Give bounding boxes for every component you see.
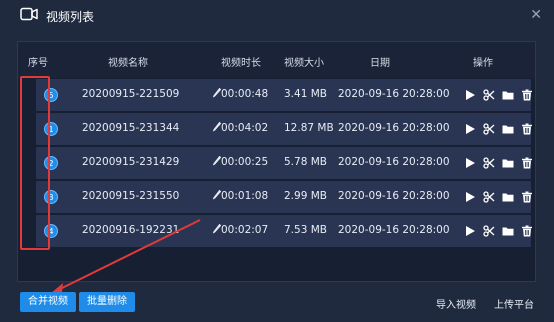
video-date: 2020-09-16 20:28:00	[338, 122, 450, 134]
title-bar: 视频列表 ✕	[0, 0, 554, 32]
folder-icon[interactable]	[502, 157, 514, 169]
import-videos-button[interactable]: 导入视频	[436, 296, 476, 311]
video-size: 3.41 MB	[284, 88, 327, 100]
close-icon[interactable]: ✕	[530, 7, 542, 23]
header-duration: 视频时长	[221, 58, 261, 69]
table-row[interactable]: 2 20200915-231429 00:00:25 5.78 MB 2020-…	[36, 147, 534, 179]
row-actions	[464, 225, 534, 239]
batch-delete-button[interactable]: 批量删除	[79, 292, 135, 312]
row-actions	[464, 89, 534, 103]
video-date: 2020-09-16 20:28:00	[338, 156, 450, 168]
annotation-highlight-box	[20, 76, 50, 250]
row-actions	[464, 191, 534, 205]
table-row[interactable]: 4 20200916-192231 00:02:07 7.53 MB 2020-…	[36, 215, 534, 247]
video-name: 20200915-231344	[82, 122, 180, 134]
folder-icon[interactable]	[502, 191, 514, 203]
video-icon	[20, 7, 38, 21]
cut-icon[interactable]	[483, 89, 495, 101]
header-size: 视频大小	[284, 58, 324, 69]
play-icon[interactable]	[464, 89, 476, 101]
video-date: 2020-09-16 20:28:00	[338, 190, 450, 202]
row-actions	[464, 123, 534, 137]
video-duration: 00:04:02	[221, 122, 269, 134]
video-size: 2.99 MB	[284, 190, 327, 202]
folder-icon[interactable]	[502, 225, 514, 237]
play-icon[interactable]	[464, 123, 476, 135]
row-actions	[464, 157, 534, 171]
play-icon[interactable]	[464, 157, 476, 169]
folder-icon[interactable]	[502, 123, 514, 135]
video-duration: 00:01:08	[221, 190, 269, 202]
video-size: 12.87 MB	[284, 122, 334, 134]
cut-icon[interactable]	[483, 123, 495, 135]
folder-icon[interactable]	[502, 89, 514, 101]
table-row[interactable]: 5 20200915-221509 00:00:48 3.41 MB 2020-…	[36, 79, 534, 111]
header-date: 日期	[370, 58, 390, 69]
video-table: 序号 视频名称 视频时长 视频大小 日期 操作 5 20200915-22150…	[17, 41, 536, 282]
table-header: 序号 视频名称 视频时长 视频大小 日期 操作	[18, 42, 535, 78]
window-title: 视频列表	[46, 10, 95, 24]
cut-icon[interactable]	[483, 191, 495, 203]
cut-icon[interactable]	[483, 225, 495, 237]
video-name: 20200915-221509	[82, 88, 180, 100]
table-row[interactable]: 3 20200915-231550 00:01:08 2.99 MB 2020-…	[36, 181, 534, 213]
cut-icon[interactable]	[483, 157, 495, 169]
video-duration: 00:00:48	[221, 88, 269, 100]
header-name: 视频名称	[108, 58, 148, 69]
upload-platform-button[interactable]: 上传平台	[494, 296, 534, 311]
video-size: 5.78 MB	[284, 156, 327, 168]
delete-icon[interactable]	[521, 225, 533, 237]
video-duration: 00:00:25	[221, 156, 269, 168]
merge-videos-button[interactable]: 合并视频	[20, 292, 76, 312]
header-actions: 操作	[473, 58, 493, 69]
delete-icon[interactable]	[521, 157, 533, 169]
video-name: 20200915-231429	[82, 156, 180, 168]
table-row[interactable]: 1 20200915-231344 00:04:02 12.87 MB 2020…	[36, 113, 534, 145]
play-icon[interactable]	[464, 191, 476, 203]
video-name: 20200915-231550	[82, 190, 180, 202]
header-index: 序号	[28, 58, 48, 69]
video-size: 7.53 MB	[284, 224, 327, 236]
play-icon[interactable]	[464, 225, 476, 237]
video-duration: 00:02:07	[221, 224, 269, 236]
video-date: 2020-09-16 20:28:00	[338, 88, 450, 100]
video-date: 2020-09-16 20:28:00	[338, 224, 450, 236]
video-name: 20200916-192231	[82, 224, 180, 236]
delete-icon[interactable]	[521, 191, 533, 203]
delete-icon[interactable]	[521, 123, 533, 135]
delete-icon[interactable]	[521, 89, 533, 101]
